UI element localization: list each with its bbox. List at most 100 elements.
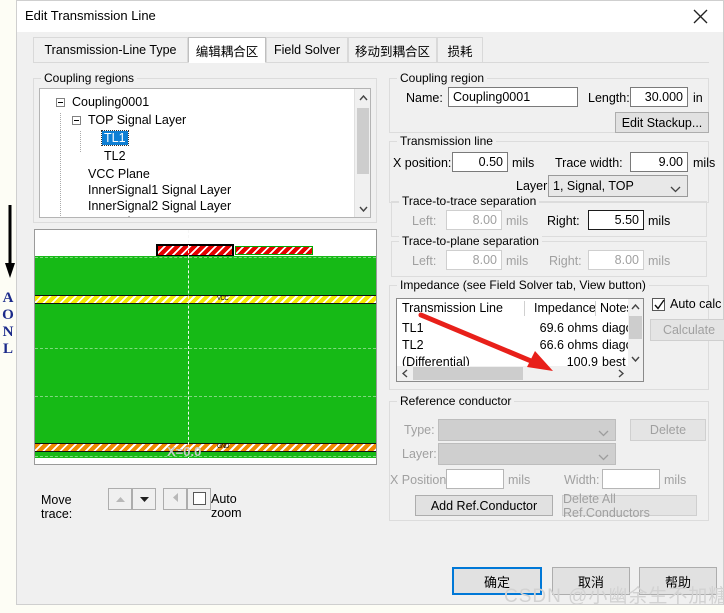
tree-expander-coupling0001[interactable] xyxy=(56,98,65,107)
vcc-plane-label: VCC xyxy=(217,296,229,302)
auto-calc-checkbox[interactable] xyxy=(652,298,665,311)
trace-width-input[interactable]: 9.00 xyxy=(630,152,688,172)
tree-item-tl2[interactable]: TL2 xyxy=(102,147,128,165)
gnd-plane-layer[interactable] xyxy=(35,443,376,452)
trace-width-label: Trace width: xyxy=(555,156,623,170)
reference-conductor-group: Reference conductor Type: Delete Layer: … xyxy=(389,394,709,521)
impedance-vscroll-thumb[interactable] xyxy=(629,316,642,339)
table-row[interactable]: TL1 xyxy=(402,320,424,337)
coupling-regions-title: Coupling regions xyxy=(41,71,138,85)
impedance-col-transmission-line: Transmission Line xyxy=(402,299,503,318)
ref-type-label: Type: xyxy=(404,423,435,437)
tree-expander-top-signal-layer[interactable] xyxy=(72,116,81,125)
move-trace-down-button[interactable] xyxy=(132,488,156,510)
impedance-horizontal-scrollbar[interactable] xyxy=(397,366,643,381)
layer-select[interactable]: 1, Signal, TOP xyxy=(548,175,688,197)
tab-edit-coupling-region[interactable]: 编辑耦合区 xyxy=(188,37,266,63)
ref-width-label: Width: xyxy=(564,473,600,487)
t2p-right-unit: mils xyxy=(648,254,671,268)
trace-to-plane-title: Trace-to-plane separation xyxy=(399,234,542,248)
x-origin-cursor xyxy=(188,230,189,460)
layer-label: Layer xyxy=(516,179,548,193)
tabstrip: Transmission-Line Type 编辑耦合区 Field Solve… xyxy=(33,37,709,63)
ref-width-input[interactable] xyxy=(602,469,660,489)
reference-conductor-title: Reference conductor xyxy=(397,394,515,408)
chevron-right-icon[interactable] xyxy=(613,366,628,381)
chevron-up-icon[interactable] xyxy=(628,299,643,314)
impedance-value-tl1: 69.6 ohms xyxy=(539,321,598,335)
vcc-plane-layer[interactable] xyxy=(35,295,376,304)
x-position-label: X position: xyxy=(393,156,452,170)
edit-stackup-button[interactable]: Edit Stackup... xyxy=(615,112,709,133)
chevron-up-icon[interactable] xyxy=(355,89,370,106)
t2p-left-input[interactable]: 8.00 xyxy=(446,250,502,270)
t2p-right-input[interactable]: 8.00 xyxy=(588,250,644,270)
chevron-left-icon[interactable] xyxy=(397,366,412,381)
triangle-left-icon xyxy=(172,492,179,506)
triangle-down-icon xyxy=(139,492,150,506)
tab-transmission-line-type[interactable]: Transmission-Line Type xyxy=(33,37,188,62)
ref-x-position-input[interactable] xyxy=(446,469,504,489)
impedance-hscroll-thumb[interactable] xyxy=(413,367,523,380)
trace-tl2[interactable] xyxy=(235,246,313,255)
calculate-button[interactable]: Calculate xyxy=(650,319,724,341)
t2p-left-unit: mils xyxy=(506,254,529,268)
x-position-unit: mils xyxy=(512,156,535,170)
trace-width-unit: mils xyxy=(693,156,716,170)
impedance-col-impedance: Impedance xyxy=(534,299,596,318)
t2t-left-label: Left: xyxy=(412,214,437,228)
trace-to-trace-title: Trace-to-trace separation xyxy=(399,194,540,208)
delete-ref-conductor-button[interactable]: Delete xyxy=(630,419,706,441)
t2t-right-label: Right: xyxy=(547,214,580,228)
x-position-input[interactable]: 0.50 xyxy=(452,152,508,172)
coupling-name-input[interactable]: Coupling0001 xyxy=(448,87,578,107)
background-vertical-text: AONL xyxy=(2,290,14,357)
chevron-down-icon[interactable] xyxy=(355,200,370,217)
impedance-header-separator-1 xyxy=(524,301,525,316)
ref-layer-select[interactable] xyxy=(438,443,616,465)
tab-field-solver[interactable]: Field Solver xyxy=(266,37,348,62)
tree-item-top-signal-layer[interactable]: TOP Signal Layer xyxy=(86,111,188,129)
triangle-up-icon xyxy=(115,492,126,506)
t2t-right-input[interactable]: 5.50 xyxy=(588,210,644,230)
tree-guide-line-2 xyxy=(80,131,81,153)
move-trace-left-button[interactable] xyxy=(163,488,187,510)
coupling-regions-tree[interactable]: Coupling0001 TOP Signal Layer TL1 TL2 VC… xyxy=(39,88,371,218)
chevron-down-icon[interactable] xyxy=(628,351,643,366)
tree-item-gnd-plane[interactable]: GND Plane xyxy=(86,213,153,217)
tab-loss[interactable]: 损耗 xyxy=(437,37,483,62)
tree-item-coupling0001[interactable]: Coupling0001 xyxy=(70,93,151,111)
coupling-region-title: Coupling region xyxy=(397,71,488,85)
trace-to-trace-group: Trace-to-trace separation Left: 8.00 mil… xyxy=(391,194,707,237)
tab-underline xyxy=(33,62,709,63)
chevron-down-icon xyxy=(598,426,609,440)
t2t-right-unit: mils xyxy=(648,214,671,228)
tree-vertical-scrollbar[interactable] xyxy=(354,89,370,217)
dialog-title: Edit Transmission Line xyxy=(25,8,156,23)
tab-move-to-coupling-region[interactable]: 移动到耦合区 xyxy=(348,37,437,62)
auto-zoom-checkbox[interactable] xyxy=(193,492,206,505)
length-label: Length: xyxy=(588,91,630,105)
watermark: CSDN @小幽余生不加糖 xyxy=(504,586,724,607)
dielectric-boundary-4 xyxy=(35,456,376,457)
gnd-plane-label: GND xyxy=(217,444,229,450)
tree-item-tl1[interactable]: TL1 xyxy=(101,129,129,147)
close-icon[interactable] xyxy=(678,1,723,31)
table-row[interactable]: TL2 xyxy=(402,337,424,354)
impedance-vertical-scrollbar[interactable] xyxy=(628,299,643,366)
ref-type-select[interactable] xyxy=(438,419,616,441)
t2p-right-label: Right: xyxy=(549,254,582,268)
tree-scrollbar-thumb[interactable] xyxy=(357,108,369,174)
impedance-header-separator-2 xyxy=(595,301,596,316)
dielectric-boundary-3 xyxy=(35,396,376,397)
delete-all-ref-conductors-button[interactable]: Delete All Ref.Conductors xyxy=(562,492,697,520)
move-trace-up-button[interactable] xyxy=(108,488,132,510)
add-ref-conductor-button[interactable]: Add Ref.Conductor xyxy=(415,495,553,516)
layer-select-value: 1, Signal, TOP xyxy=(553,179,634,193)
impedance-table[interactable]: Transmission Line Impedance Notes TL1 69… xyxy=(396,298,644,382)
x-origin-label: X=0.0 xyxy=(167,444,202,459)
arrow-down-icon xyxy=(4,205,16,280)
t2t-left-input[interactable]: 8.00 xyxy=(446,210,502,230)
length-input[interactable]: 30.000 xyxy=(630,87,688,107)
stackup-cross-section-view[interactable]: VCC GND xyxy=(34,229,377,465)
